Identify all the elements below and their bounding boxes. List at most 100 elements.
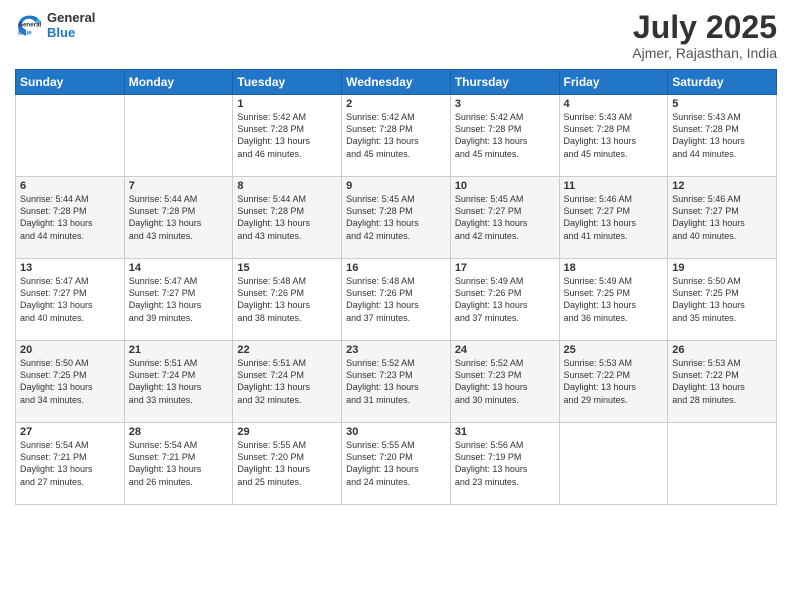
day-info: Sunrise: 5:54 AM Sunset: 7:21 PM Dayligh… xyxy=(20,439,120,488)
day-info: Sunrise: 5:45 AM Sunset: 7:27 PM Dayligh… xyxy=(455,193,555,242)
logo-icon: General Blue xyxy=(15,11,43,39)
calendar-week-row: 1Sunrise: 5:42 AM Sunset: 7:28 PM Daylig… xyxy=(16,95,777,177)
day-number: 20 xyxy=(20,344,120,356)
calendar-week-row: 6Sunrise: 5:44 AM Sunset: 7:28 PM Daylig… xyxy=(16,177,777,259)
location: Ajmer, Rajasthan, India xyxy=(632,45,777,61)
logo-general: General xyxy=(47,10,95,25)
calendar-week-row: 20Sunrise: 5:50 AM Sunset: 7:25 PM Dayli… xyxy=(16,341,777,423)
logo-text: General Blue xyxy=(47,10,95,40)
day-info: Sunrise: 5:49 AM Sunset: 7:25 PM Dayligh… xyxy=(564,275,664,324)
calendar-col-header: Thursday xyxy=(450,70,559,95)
calendar-cell: 13Sunrise: 5:47 AM Sunset: 7:27 PM Dayli… xyxy=(16,259,125,341)
calendar-col-header: Tuesday xyxy=(233,70,342,95)
day-info: Sunrise: 5:42 AM Sunset: 7:28 PM Dayligh… xyxy=(455,111,555,160)
calendar-cell xyxy=(668,423,777,505)
day-number: 25 xyxy=(564,344,664,356)
calendar-cell: 10Sunrise: 5:45 AM Sunset: 7:27 PM Dayli… xyxy=(450,177,559,259)
day-number: 5 xyxy=(672,98,772,110)
calendar-cell: 28Sunrise: 5:54 AM Sunset: 7:21 PM Dayli… xyxy=(124,423,233,505)
day-info: Sunrise: 5:44 AM Sunset: 7:28 PM Dayligh… xyxy=(129,193,229,242)
day-number: 13 xyxy=(20,262,120,274)
day-number: 26 xyxy=(672,344,772,356)
day-number: 16 xyxy=(346,262,446,274)
calendar-table: SundayMondayTuesdayWednesdayThursdayFrid… xyxy=(15,69,777,505)
day-number: 3 xyxy=(455,98,555,110)
day-info: Sunrise: 5:51 AM Sunset: 7:24 PM Dayligh… xyxy=(237,357,337,406)
calendar-cell: 12Sunrise: 5:46 AM Sunset: 7:27 PM Dayli… xyxy=(668,177,777,259)
day-number: 31 xyxy=(455,426,555,438)
calendar-cell: 7Sunrise: 5:44 AM Sunset: 7:28 PM Daylig… xyxy=(124,177,233,259)
month-year: July 2025 xyxy=(632,10,777,45)
day-number: 4 xyxy=(564,98,664,110)
day-number: 9 xyxy=(346,180,446,192)
day-info: Sunrise: 5:47 AM Sunset: 7:27 PM Dayligh… xyxy=(20,275,120,324)
day-number: 19 xyxy=(672,262,772,274)
day-info: Sunrise: 5:53 AM Sunset: 7:22 PM Dayligh… xyxy=(564,357,664,406)
calendar-cell: 30Sunrise: 5:55 AM Sunset: 7:20 PM Dayli… xyxy=(342,423,451,505)
calendar-col-header: Saturday xyxy=(668,70,777,95)
calendar-cell: 14Sunrise: 5:47 AM Sunset: 7:27 PM Dayli… xyxy=(124,259,233,341)
day-info: Sunrise: 5:48 AM Sunset: 7:26 PM Dayligh… xyxy=(237,275,337,324)
calendar-cell: 29Sunrise: 5:55 AM Sunset: 7:20 PM Dayli… xyxy=(233,423,342,505)
day-info: Sunrise: 5:52 AM Sunset: 7:23 PM Dayligh… xyxy=(455,357,555,406)
day-number: 17 xyxy=(455,262,555,274)
day-number: 21 xyxy=(129,344,229,356)
day-number: 12 xyxy=(672,180,772,192)
calendar-cell: 16Sunrise: 5:48 AM Sunset: 7:26 PM Dayli… xyxy=(342,259,451,341)
day-info: Sunrise: 5:50 AM Sunset: 7:25 PM Dayligh… xyxy=(672,275,772,324)
day-number: 28 xyxy=(129,426,229,438)
day-number: 8 xyxy=(237,180,337,192)
day-info: Sunrise: 5:49 AM Sunset: 7:26 PM Dayligh… xyxy=(455,275,555,324)
calendar-cell: 21Sunrise: 5:51 AM Sunset: 7:24 PM Dayli… xyxy=(124,341,233,423)
day-info: Sunrise: 5:44 AM Sunset: 7:28 PM Dayligh… xyxy=(237,193,337,242)
calendar-col-header: Sunday xyxy=(16,70,125,95)
day-info: Sunrise: 5:52 AM Sunset: 7:23 PM Dayligh… xyxy=(346,357,446,406)
day-number: 29 xyxy=(237,426,337,438)
calendar-cell: 17Sunrise: 5:49 AM Sunset: 7:26 PM Dayli… xyxy=(450,259,559,341)
day-info: Sunrise: 5:42 AM Sunset: 7:28 PM Dayligh… xyxy=(237,111,337,160)
header: General Blue General Blue July 2025 Ajme… xyxy=(15,10,777,61)
day-number: 7 xyxy=(129,180,229,192)
svg-text:General: General xyxy=(18,22,41,29)
calendar-week-row: 27Sunrise: 5:54 AM Sunset: 7:21 PM Dayli… xyxy=(16,423,777,505)
calendar-cell: 2Sunrise: 5:42 AM Sunset: 7:28 PM Daylig… xyxy=(342,95,451,177)
day-number: 11 xyxy=(564,180,664,192)
day-info: Sunrise: 5:43 AM Sunset: 7:28 PM Dayligh… xyxy=(672,111,772,160)
day-number: 18 xyxy=(564,262,664,274)
calendar-cell xyxy=(559,423,668,505)
day-info: Sunrise: 5:42 AM Sunset: 7:28 PM Dayligh… xyxy=(346,111,446,160)
day-info: Sunrise: 5:46 AM Sunset: 7:27 PM Dayligh… xyxy=(672,193,772,242)
calendar-week-row: 13Sunrise: 5:47 AM Sunset: 7:27 PM Dayli… xyxy=(16,259,777,341)
day-number: 2 xyxy=(346,98,446,110)
day-info: Sunrise: 5:54 AM Sunset: 7:21 PM Dayligh… xyxy=(129,439,229,488)
calendar-cell: 4Sunrise: 5:43 AM Sunset: 7:28 PM Daylig… xyxy=(559,95,668,177)
day-info: Sunrise: 5:46 AM Sunset: 7:27 PM Dayligh… xyxy=(564,193,664,242)
day-number: 6 xyxy=(20,180,120,192)
calendar-cell: 23Sunrise: 5:52 AM Sunset: 7:23 PM Dayli… xyxy=(342,341,451,423)
day-info: Sunrise: 5:45 AM Sunset: 7:28 PM Dayligh… xyxy=(346,193,446,242)
calendar-col-header: Wednesday xyxy=(342,70,451,95)
calendar-cell: 19Sunrise: 5:50 AM Sunset: 7:25 PM Dayli… xyxy=(668,259,777,341)
calendar-col-header: Monday xyxy=(124,70,233,95)
day-number: 23 xyxy=(346,344,446,356)
calendar-cell: 22Sunrise: 5:51 AM Sunset: 7:24 PM Dayli… xyxy=(233,341,342,423)
day-number: 22 xyxy=(237,344,337,356)
calendar-cell: 26Sunrise: 5:53 AM Sunset: 7:22 PM Dayli… xyxy=(668,341,777,423)
calendar-cell: 5Sunrise: 5:43 AM Sunset: 7:28 PM Daylig… xyxy=(668,95,777,177)
calendar-cell: 25Sunrise: 5:53 AM Sunset: 7:22 PM Dayli… xyxy=(559,341,668,423)
day-number: 1 xyxy=(237,98,337,110)
logo-blue: Blue xyxy=(47,25,95,40)
day-info: Sunrise: 5:43 AM Sunset: 7:28 PM Dayligh… xyxy=(564,111,664,160)
svg-text:Blue: Blue xyxy=(18,29,32,36)
calendar-cell xyxy=(124,95,233,177)
calendar-cell: 18Sunrise: 5:49 AM Sunset: 7:25 PM Dayli… xyxy=(559,259,668,341)
calendar-cell: 8Sunrise: 5:44 AM Sunset: 7:28 PM Daylig… xyxy=(233,177,342,259)
calendar-cell: 9Sunrise: 5:45 AM Sunset: 7:28 PM Daylig… xyxy=(342,177,451,259)
day-info: Sunrise: 5:44 AM Sunset: 7:28 PM Dayligh… xyxy=(20,193,120,242)
day-info: Sunrise: 5:51 AM Sunset: 7:24 PM Dayligh… xyxy=(129,357,229,406)
page: General Blue General Blue July 2025 Ajme… xyxy=(0,0,792,612)
day-number: 14 xyxy=(129,262,229,274)
logo: General Blue General Blue xyxy=(15,10,95,40)
day-number: 27 xyxy=(20,426,120,438)
day-info: Sunrise: 5:47 AM Sunset: 7:27 PM Dayligh… xyxy=(129,275,229,324)
